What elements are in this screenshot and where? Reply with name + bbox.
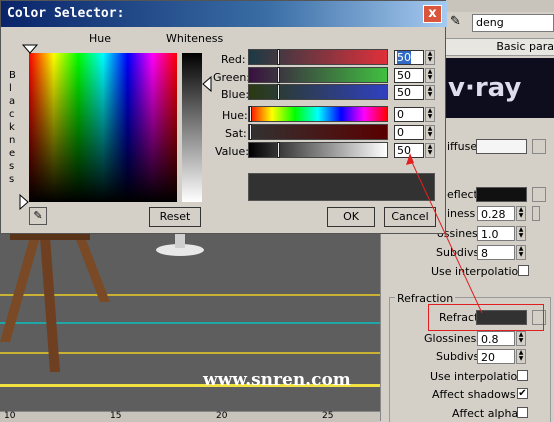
green-slider[interactable] — [248, 67, 388, 83]
hue-header-label: Hue — [89, 32, 112, 45]
sat-slider-thumb[interactable] — [249, 124, 252, 140]
refr-glossiness-spinner[interactable]: ▲ ▼ — [516, 331, 526, 346]
ruler-tick: 10 — [4, 411, 16, 421]
ruler-tick: 15 — [110, 411, 122, 421]
easel-legs-icon — [0, 232, 110, 372]
refr-subdivs-input[interactable]: 20 — [477, 349, 515, 364]
cancel-button[interactable]: Cancel — [384, 207, 436, 227]
timeline-ruler[interactable]: 10 15 20 25 — [0, 411, 380, 422]
diffuse-map-button[interactable] — [532, 139, 546, 154]
blue-slider-thumb[interactable] — [277, 84, 280, 100]
whiteness-label: Whiteness — [166, 32, 224, 45]
refr-glossiness-input[interactable]: 0.8 — [477, 331, 515, 346]
blackness-marker-icon[interactable] — [19, 194, 29, 210]
material-name-field[interactable]: deng — [472, 14, 554, 32]
reflect-map-button[interactable] — [532, 187, 546, 202]
eyedropper-icon[interactable]: ✎ — [450, 14, 461, 29]
red-input[interactable]: 50 — [394, 50, 424, 65]
refr-subdivs-label: Subdivs — [436, 350, 480, 363]
value-slider[interactable] — [248, 142, 388, 158]
green-input[interactable]: 50 — [394, 68, 424, 83]
vray-logo: v·ray — [440, 58, 554, 118]
red-slider[interactable] — [248, 49, 388, 65]
ruler-tick: 25 — [322, 411, 334, 421]
affect-alpha-checkbox[interactable] — [517, 407, 528, 418]
blackness-label: B l a c k n e s s — [9, 70, 16, 185]
hue-spinner[interactable]: ▲ ▼ — [425, 107, 435, 122]
whiteness-marker-icon[interactable] — [202, 76, 212, 92]
hue-label: Hue: — [222, 109, 248, 122]
hue-blackness-picker[interactable] — [29, 53, 177, 202]
refl-glossiness-input[interactable]: 0.28 — [477, 206, 515, 221]
red-spinner[interactable]: ▲ ▼ — [425, 50, 435, 65]
refl-hilight-input[interactable]: 1.0 — [477, 226, 515, 241]
refr-glossiness-label: Glossiness — [424, 332, 483, 345]
watermark: www.snren.com — [203, 370, 351, 390]
red-label: Red: — [221, 53, 246, 66]
blue-spinner[interactable]: ▲ ▼ — [425, 85, 435, 100]
hue-input[interactable]: 0 — [394, 107, 424, 122]
refr-subdivs-spinner[interactable]: ▲ ▼ — [516, 349, 526, 364]
sat-slider[interactable] — [248, 124, 388, 140]
diffuse-color-swatch[interactable] — [476, 139, 527, 154]
panel-toolbar — [440, 0, 554, 12]
hue-slider-thumb[interactable] — [249, 106, 252, 122]
refr-use-interpolation-label: Use interpolation — [430, 370, 525, 383]
refl-use-interpolation-checkbox[interactable] — [518, 265, 529, 276]
affect-shadows-label: Affect shadows — [432, 388, 516, 401]
section-header[interactable]: Basic para — [440, 38, 554, 56]
green-slider-thumb[interactable] — [277, 67, 280, 83]
refl-use-interpolation-label: Use interpolation — [431, 265, 526, 278]
sat-input[interactable]: 0 — [394, 125, 424, 140]
viewport[interactable]: www.snren.com — [0, 232, 380, 421]
refr-use-interpolation-checkbox[interactable] — [517, 370, 528, 381]
reflect-label: eflect — [447, 188, 478, 201]
viewport-border — [380, 232, 387, 421]
affect-shadows-checkbox[interactable]: ✔ — [517, 388, 528, 399]
ruler-tick: 20 — [216, 411, 228, 421]
reset-button[interactable]: Reset — [149, 207, 201, 227]
refl-glossiness-label: iness — [447, 207, 476, 220]
color-selector-dialog: Color Selector: x Hue Whiteness B l a c … — [0, 0, 447, 234]
blue-label: Blue: — [221, 88, 250, 101]
dialog-title: Color Selector: — [7, 6, 125, 21]
sat-spinner[interactable]: ▲ ▼ — [425, 125, 435, 140]
hue-marker-icon[interactable] — [22, 44, 38, 54]
color-preview-swatch — [248, 173, 435, 201]
value-input[interactable]: 50 — [394, 143, 424, 158]
green-label: Green: — [213, 71, 251, 84]
value-label: Value: — [215, 145, 249, 158]
reflect-color-swatch[interactable] — [476, 187, 527, 202]
diffuse-label: iffuse — [447, 140, 478, 153]
refl-glossiness-map-button[interactable] — [532, 206, 540, 221]
highlight-box — [428, 304, 544, 331]
sat-label: Sat: — [225, 127, 247, 140]
refl-subdivs-spinner[interactable]: ▲ ▼ — [516, 245, 526, 260]
refl-hilight-spinner[interactable]: ▲ ▼ — [516, 226, 526, 241]
red-slider-thumb[interactable] — [277, 49, 280, 65]
lamp-base-icon — [156, 232, 204, 256]
affect-alpha-label: Affect alpha — [452, 407, 519, 420]
eyedropper-button[interactable]: ✎ — [29, 207, 47, 225]
whiteness-bar[interactable] — [182, 53, 202, 202]
hue-slider[interactable] — [248, 106, 388, 122]
blue-input[interactable]: 50 — [394, 85, 424, 100]
refl-glossiness-spinner[interactable]: ▲ ▼ — [516, 206, 526, 221]
refl-subdivs-label: Subdivs — [436, 246, 480, 259]
eyedropper-icon: ✎ — [33, 209, 43, 222]
green-spinner[interactable]: ▲ ▼ — [425, 68, 435, 83]
ok-button[interactable]: OK — [327, 207, 375, 227]
refl-subdivs-input[interactable]: 8 — [477, 245, 515, 260]
value-slider-thumb[interactable] — [277, 142, 280, 158]
value-spinner[interactable]: ▲ ▼ — [425, 143, 435, 158]
close-button[interactable]: x — [423, 5, 442, 23]
blue-slider[interactable] — [248, 84, 388, 100]
